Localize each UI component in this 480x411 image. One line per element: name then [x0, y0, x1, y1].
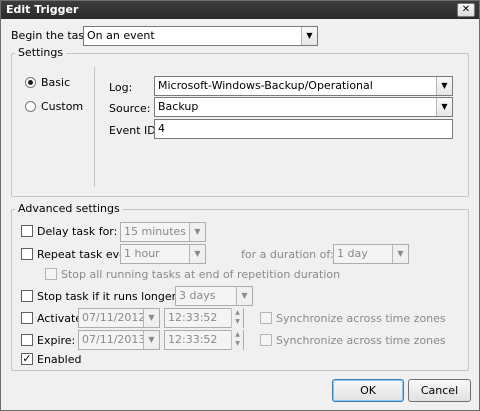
duration-select[interactable]: 1 day ▼: [333, 244, 409, 264]
activate-date-picker[interactable]: 07/11/2012 ▼: [78, 308, 160, 328]
settings-divider: [94, 67, 95, 187]
spin-down-icon: ▼: [235, 318, 240, 325]
stop-running-tasks-label: Stop all running tasks at end of repetit…: [61, 268, 341, 281]
stop-task-value: 3 days: [179, 289, 216, 302]
cancel-button[interactable]: Cancel: [408, 379, 471, 402]
delay-task-checkbox[interactable]: [21, 225, 33, 237]
activate-time-spinner[interactable]: ▲ ▼: [231, 308, 243, 328]
window-title: Edit Trigger: [6, 3, 79, 16]
repeat-task-value: 1 hour: [124, 247, 160, 260]
chevron-down-icon: ▼: [392, 245, 408, 263]
spin-up-icon: ▲: [235, 331, 240, 338]
expire-time-value: 12:33:52: [168, 333, 218, 346]
custom-radio-label: Custom: [41, 100, 84, 113]
chevron-down-icon: ▼: [436, 98, 452, 116]
sync-activate-label: Synchronize across time zones: [276, 312, 446, 325]
sync-expire-checkbox[interactable]: [260, 334, 272, 346]
event-id-value: 4: [158, 122, 165, 135]
close-icon[interactable]: ✕: [457, 3, 475, 17]
begin-task-value: On an event: [87, 29, 155, 42]
activate-checkbox[interactable]: [21, 312, 33, 324]
begin-task-label: Begin the task:: [11, 29, 95, 42]
chevron-down-icon: ▼: [236, 287, 252, 305]
chevron-down-icon: ▼: [436, 77, 452, 95]
chevron-down-icon: ▼: [189, 245, 205, 263]
log-label: Log:: [109, 81, 133, 94]
begin-task-select[interactable]: On an event ▼: [83, 26, 318, 46]
source-label: Source:: [109, 102, 151, 115]
activate-time-value: 12:33:52: [168, 311, 218, 324]
stop-running-tasks-checkbox[interactable]: [45, 268, 57, 280]
stop-task-select[interactable]: 3 days ▼: [175, 286, 253, 306]
expire-date-value: 07/11/2013: [82, 333, 146, 346]
expire-date-picker[interactable]: 07/11/2013 ▼: [78, 330, 160, 350]
activate-date-value: 07/11/2012: [82, 311, 146, 324]
chevron-down-icon: ▼: [143, 309, 159, 327]
delay-task-value: 15 minutes: [124, 225, 187, 238]
sync-expire-label: Synchronize across time zones: [276, 334, 446, 347]
source-select[interactable]: Backup ▼: [154, 97, 453, 117]
spin-down-icon: ▼: [235, 340, 240, 347]
ok-button[interactable]: OK: [332, 379, 404, 402]
delay-task-select[interactable]: 15 minutes ▼: [120, 222, 206, 242]
source-value: Backup: [158, 100, 199, 113]
repeat-task-select[interactable]: 1 hour ▼: [120, 244, 206, 264]
duration-value: 1 day: [337, 247, 368, 260]
delay-task-label: Delay task for:: [37, 225, 118, 238]
title-bar: Edit Trigger ✕: [1, 1, 479, 19]
edit-trigger-dialog: Edit Trigger ✕ Begin the task: On an eve…: [0, 0, 480, 411]
settings-group-title: Settings: [15, 46, 67, 59]
basic-radio-label: Basic: [41, 76, 71, 89]
expire-time-spinner[interactable]: ▲ ▼: [231, 330, 243, 350]
enabled-label: Enabled: [37, 353, 82, 366]
repeat-task-checkbox[interactable]: [21, 248, 33, 260]
advanced-group-title: Advanced settings: [15, 202, 123, 215]
chevron-down-icon: ▼: [189, 223, 205, 241]
expire-checkbox[interactable]: [21, 334, 33, 346]
spin-up-icon: ▲: [235, 309, 240, 316]
chevron-down-icon: ▼: [143, 331, 159, 349]
event-id-input[interactable]: 4: [154, 119, 453, 139]
log-value: Microsoft-Windows-Backup/Operational: [158, 79, 373, 92]
expire-label: Expire:: [37, 334, 76, 347]
stop-task-checkbox[interactable]: [21, 290, 33, 302]
duration-label: for a duration of:: [241, 248, 334, 261]
event-id-label: Event ID:: [109, 124, 160, 137]
sync-activate-checkbox[interactable]: [260, 312, 272, 324]
enabled-checkbox[interactable]: ✓: [21, 353, 33, 365]
log-select[interactable]: Microsoft-Windows-Backup/Operational ▼: [154, 76, 453, 96]
custom-radio[interactable]: [25, 101, 36, 112]
chevron-down-icon: ▼: [301, 27, 317, 45]
basic-radio[interactable]: [25, 77, 36, 88]
